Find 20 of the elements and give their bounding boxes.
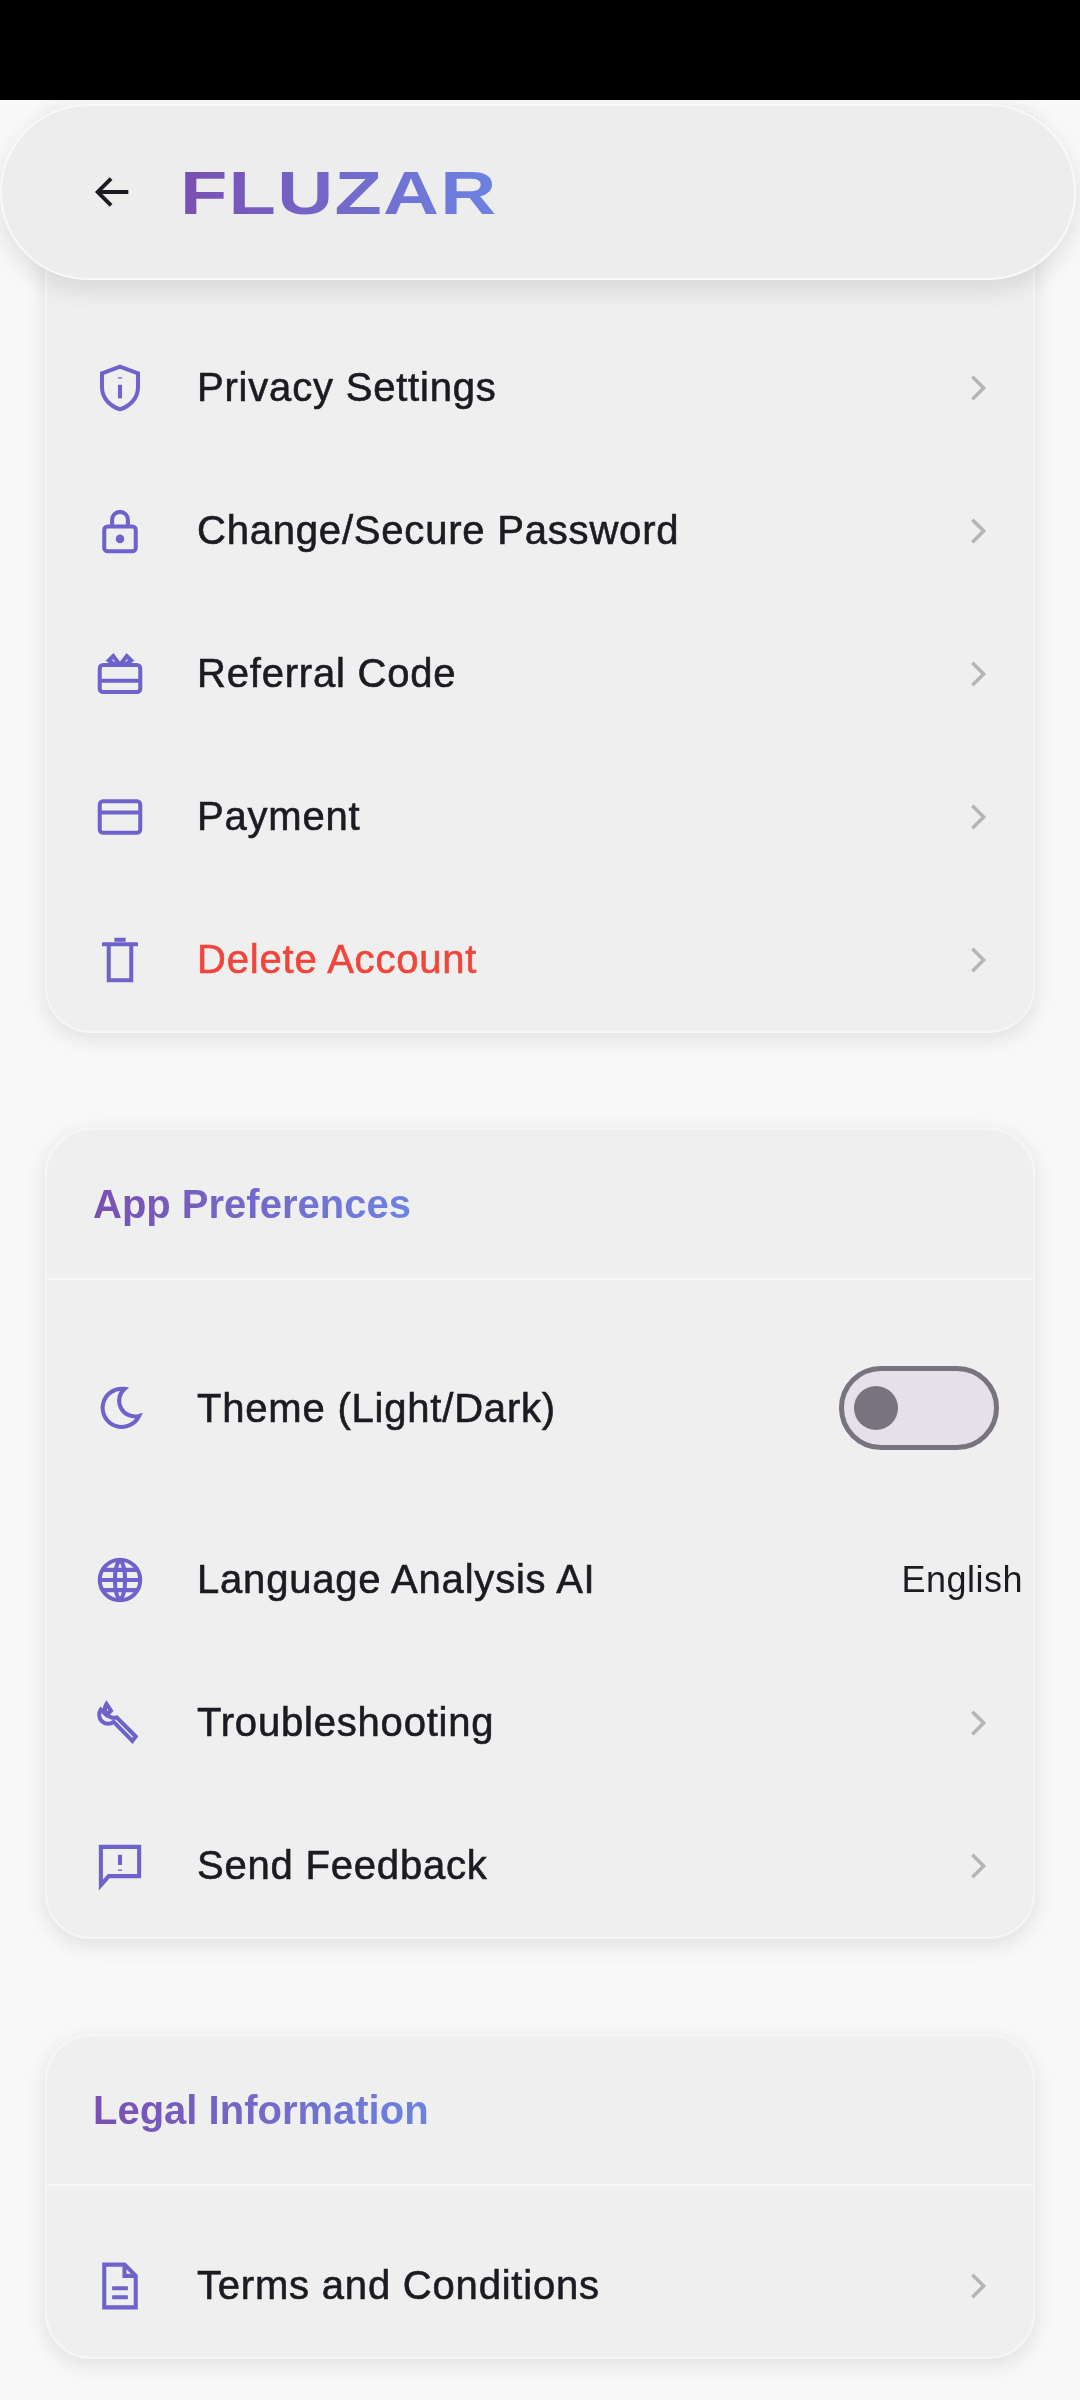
settings-row[interactable]: Troubleshooting bbox=[47, 1651, 1033, 1794]
row-value: English bbox=[901, 1558, 1023, 1601]
row-label: Send Feedback bbox=[197, 1843, 489, 1888]
row-label: Delete Account bbox=[197, 937, 479, 982]
row-label: Privacy Settings bbox=[197, 365, 498, 410]
settings-row[interactable]: Payment bbox=[47, 745, 1033, 888]
row-label: Theme (Light/Dark) bbox=[197, 1385, 557, 1431]
settings-row[interactable]: Change/Secure Password bbox=[47, 459, 1033, 602]
row-label: Terms and Conditions bbox=[197, 2263, 601, 2308]
settings-row[interactable]: Privacy Settings bbox=[47, 316, 1033, 459]
settings-row[interactable]: Language Analysis AI English bbox=[47, 1508, 1033, 1651]
row-label: Language Analysis AI bbox=[197, 1557, 597, 1602]
settings-row[interactable]: Referral Code bbox=[47, 602, 1033, 745]
row-label: Referral Code bbox=[197, 651, 458, 696]
row-label: Change/Secure Password bbox=[197, 508, 681, 553]
row-label: Troubleshooting bbox=[197, 1700, 496, 1745]
row-label: Payment bbox=[197, 794, 362, 839]
settings-row[interactable]: Terms and Conditions bbox=[47, 2214, 1033, 2357]
settings-row[interactable]: Theme (Light/Dark) bbox=[47, 1308, 1033, 1508]
settings-row[interactable]: Send Feedback bbox=[47, 1794, 1033, 1937]
